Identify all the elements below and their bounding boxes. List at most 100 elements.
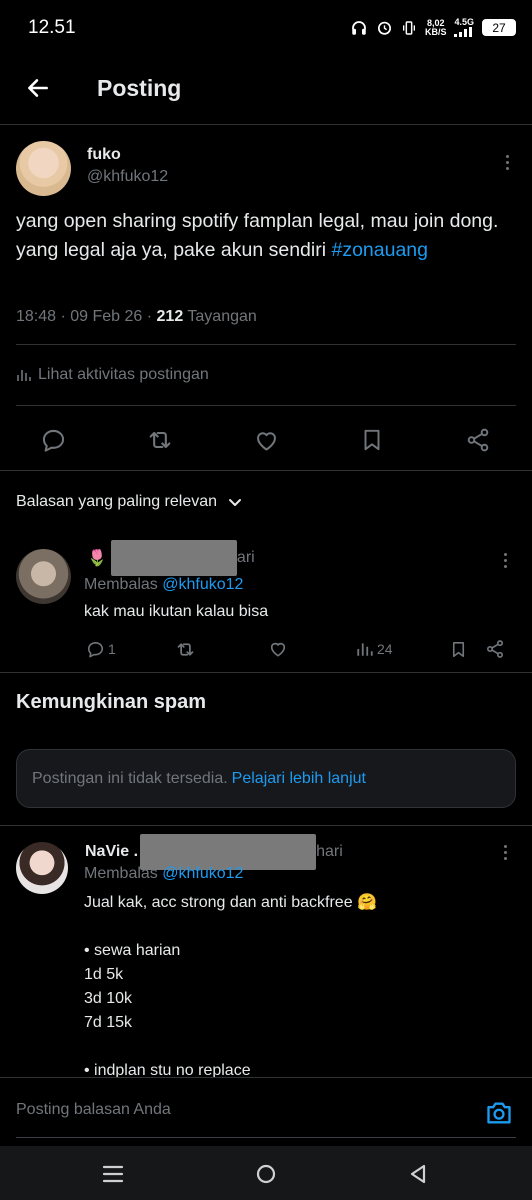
reply2-line xyxy=(84,915,377,939)
actions-divider xyxy=(0,470,532,471)
headphones-icon xyxy=(352,20,366,35)
reply2-line: 1d 5k xyxy=(84,966,124,983)
reply2-line: 7d 15k xyxy=(84,1014,133,1031)
battery-indicator: 27 xyxy=(482,19,516,36)
back-nav-button[interactable] xyxy=(402,1158,434,1190)
share-icon xyxy=(467,428,489,452)
share-button[interactable] xyxy=(458,420,498,460)
reply2-line: Jual kak, acc strong dan anti backfree 🤗 xyxy=(84,894,377,911)
reply1-share-button[interactable] xyxy=(485,636,505,662)
reply1-more-icon[interactable] xyxy=(495,548,515,572)
reply2-name-suffix: hari xyxy=(316,843,343,860)
alarm-icon xyxy=(377,21,391,35)
reply1-bookmark-button[interactable] xyxy=(449,636,468,662)
reply2-line: 3d 10k xyxy=(84,990,133,1007)
share-icon xyxy=(487,640,503,658)
reply1-reply-button[interactable]: 1 xyxy=(86,636,116,662)
bookmark-icon xyxy=(452,641,465,657)
bookmark-icon xyxy=(364,429,380,451)
compose-top-divider xyxy=(0,1077,532,1078)
post-timestamp[interactable]: 18:48 · 09 Feb 26 · xyxy=(16,308,157,325)
reply2-avatar[interactable] xyxy=(16,842,68,894)
reply1-replying-to: Membalas @khfuko12 xyxy=(84,576,243,594)
reply1-views-button[interactable]: 24 xyxy=(356,636,393,662)
notice-text: Postingan ini tidak tersedia. xyxy=(32,769,228,787)
like-icon xyxy=(256,431,276,451)
compose-underline xyxy=(16,1137,516,1138)
reply1-text: kak mau ikutan kalau bisa xyxy=(84,603,269,620)
reply2-text: Jual kak, acc strong dan anti backfree 🤗… xyxy=(84,891,377,1083)
post-author-name[interactable]: fuko xyxy=(87,146,121,164)
reply1-reply-count: 1 xyxy=(108,641,116,657)
reply2-replying-handle[interactable]: @khfuko12 xyxy=(162,865,243,882)
reply2-more-icon[interactable] xyxy=(495,840,515,864)
reply1-repost-button[interactable] xyxy=(175,636,196,662)
chevron-down-icon xyxy=(229,499,242,506)
repost-button[interactable] xyxy=(140,420,180,460)
post-hashtag[interactable]: #zonauang xyxy=(331,239,428,261)
post-views-count: 212 xyxy=(156,308,184,325)
unavailable-post-notice: Postingan ini tidak tersedia. Pelajari l… xyxy=(16,749,516,808)
learn-more-link[interactable]: Pelajari lebih lanjut xyxy=(232,770,366,788)
reply2-line: • sewa harian xyxy=(84,942,181,959)
post-more-icon[interactable] xyxy=(497,150,517,174)
reply2-replying-label: Membalas xyxy=(84,865,163,882)
reply2-replying-to: Membalas @khfuko12 xyxy=(84,865,243,883)
reply1-views: 24 xyxy=(377,641,393,657)
status-icons: 8,02 KB/S 4.5G 27 xyxy=(350,18,516,37)
reply2-name-prefix: NaVie . xyxy=(85,843,139,860)
analytics-icon xyxy=(357,643,373,656)
post-author-handle[interactable]: @khfuko12 xyxy=(87,168,168,186)
back-button[interactable] xyxy=(20,70,56,106)
camera-button[interactable] xyxy=(481,1096,517,1130)
reply1-replying-label: Membalas xyxy=(84,576,163,593)
reply1-replying-handle[interactable]: @khfuko12 xyxy=(162,576,243,593)
redacted-block xyxy=(110,540,237,576)
reply1-divider xyxy=(0,672,532,673)
home-button[interactable] xyxy=(250,1158,282,1190)
reply-input[interactable]: Posting balasan Anda xyxy=(16,1101,171,1119)
bookmark-button[interactable] xyxy=(352,420,392,460)
menu-icon xyxy=(102,1165,124,1183)
recent-apps-button[interactable] xyxy=(97,1158,129,1190)
post-views-label: Tayangan xyxy=(183,308,257,325)
activity-label: Lihat aktivitas postingan xyxy=(38,366,209,383)
post-meta: 18:48 · 09 Feb 26 · 212 Tayangan xyxy=(16,308,257,326)
reply1-name[interactable]: 🌷 ari xyxy=(87,540,255,576)
net-speed-unit: KB/S xyxy=(424,26,447,37)
reply-icon xyxy=(87,641,104,657)
activity-divider xyxy=(16,405,516,406)
reply-icon xyxy=(42,429,64,452)
replies-sort-dropdown[interactable]: Balasan yang paling relevan xyxy=(16,493,243,511)
home-icon xyxy=(256,1164,276,1184)
post-action-bar xyxy=(0,420,532,460)
network-indicator: 4.5G xyxy=(454,18,474,37)
network-type: 4.5G xyxy=(454,17,474,27)
signal-icon xyxy=(454,27,473,37)
repost-icon xyxy=(149,431,171,449)
status-time: 12.51 xyxy=(28,17,76,38)
reply-button[interactable] xyxy=(33,420,73,460)
spam-section-title: Kemungkinan spam xyxy=(16,691,207,713)
reply1-avatar[interactable] xyxy=(16,549,71,604)
reply2-line xyxy=(84,1035,377,1059)
post-activity-link[interactable]: Lihat aktivitas postingan xyxy=(16,366,209,384)
page-title: Posting xyxy=(97,75,182,101)
back-nav-icon xyxy=(410,1164,426,1184)
spam-divider xyxy=(0,825,532,826)
post-author-avatar[interactable] xyxy=(16,141,71,196)
post-body: yang open sharing spotify famplan legal,… xyxy=(16,207,516,265)
vibrate-icon xyxy=(402,20,415,35)
back-arrow-icon xyxy=(28,79,48,97)
reply1-name-prefix: 🌷 xyxy=(87,550,107,567)
analytics-icon xyxy=(17,370,31,381)
replies-sort-label: Balasan yang paling relevan xyxy=(16,493,218,510)
like-button[interactable] xyxy=(246,420,286,460)
meta-divider xyxy=(16,344,516,345)
battery-level: 27 xyxy=(492,20,506,35)
like-icon xyxy=(270,642,286,657)
header-divider xyxy=(0,124,532,125)
net-speed: 8,02 KB/S xyxy=(424,18,447,37)
reply1-like-button[interactable] xyxy=(268,636,288,662)
reply1-action-bar: 1 24 xyxy=(0,636,532,662)
